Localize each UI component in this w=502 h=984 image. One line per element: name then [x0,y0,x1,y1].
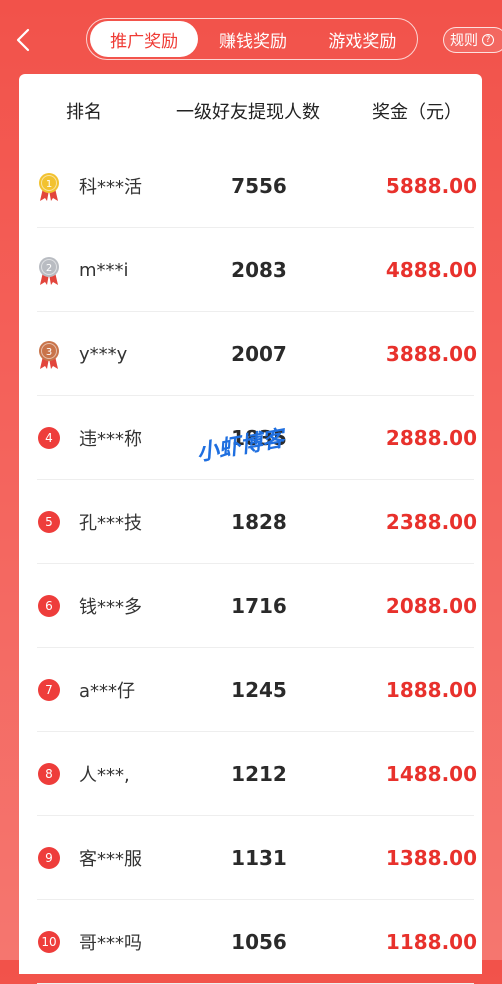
column-header-count: 一级好友提现人数 [176,102,320,123]
prize-amount: 2088.00 [385,594,477,618]
table-row: 9 客***服 1131 1388.00 [19,816,482,900]
rules-label: 规则 [450,33,478,49]
rank-badge: 6 [38,595,60,617]
gold-medal-icon: 1 [36,172,62,202]
rules-button[interactable]: 规则 ? [443,27,502,53]
rank-badge: 9 [38,847,60,869]
table-row: 2 m***i 2083 4888.00 [19,228,482,312]
tab-earning-reward[interactable]: 赚钱奖励 [198,19,307,59]
prize-amount: 1388.00 [385,846,477,870]
rank-badge: 10 [38,931,60,953]
prize-amount: 3888.00 [385,342,477,366]
chevron-left-icon [16,28,30,52]
user-name: 人***, [79,765,130,786]
rank-badge: 5 [38,511,60,533]
table-row: 10 哥***吗 1056 1188.00 [19,900,482,984]
rank-badge: 4 [38,427,60,449]
user-name: 孔***技 [79,513,142,534]
silver-medal-icon: 2 [36,256,62,286]
friend-withdraw-count: 2007 [231,342,287,366]
table-row: 1 科***活 7556 5888.00 [19,144,482,228]
prize-amount: 1488.00 [385,762,477,786]
table-row: 3 y***y 2007 3888.00 [19,312,482,396]
svg-text:3: 3 [46,347,52,358]
rank-badge: 7 [38,679,60,701]
user-name: 客***服 [79,849,142,870]
table-row: 8 人***, 1212 1488.00 [19,732,482,816]
table-row: 7 a***仔 1245 1888.00 [19,648,482,732]
friend-withdraw-count: 1212 [231,762,287,786]
tab-bar: 推广奖励 赚钱奖励 游戏奖励 [86,18,418,60]
friend-withdraw-count: 1245 [231,678,287,702]
svg-text:1: 1 [46,179,52,190]
user-name: 哥***吗 [79,933,142,954]
bronze-medal-icon: 3 [36,340,62,370]
tab-game-reward[interactable]: 游戏奖励 [308,19,417,59]
prize-amount: 2388.00 [385,510,477,534]
friend-withdraw-count: 7556 [231,174,287,198]
prize-amount: 1888.00 [385,678,477,702]
column-header-rank: 排名 [66,102,102,123]
friend-withdraw-count: 2083 [231,258,287,282]
table-row: 5 孔***技 1828 2388.00 [19,480,482,564]
user-name: y***y [79,343,128,365]
user-name: 违***称 [79,429,142,450]
prize-amount: 5888.00 [385,174,477,198]
friend-withdraw-count: 1056 [231,930,287,954]
user-name: a***仔 [79,681,136,702]
prize-amount: 1188.00 [385,930,477,954]
friend-withdraw-count: 1828 [231,510,287,534]
user-name: 科***活 [79,177,142,198]
question-icon: ? [482,34,494,46]
user-name: 钱***多 [79,597,142,618]
back-button[interactable] [10,24,36,56]
prize-amount: 4888.00 [385,258,477,282]
svg-text:2: 2 [46,263,52,274]
table-row: 6 钱***多 1716 2088.00 [19,564,482,648]
friend-withdraw-count: 1131 [231,846,287,870]
user-name: m***i [79,259,129,281]
tab-promotion-reward[interactable]: 推广奖励 [90,21,199,57]
rank-badge: 8 [38,763,60,785]
prize-amount: 2888.00 [385,426,477,450]
friend-withdraw-count: 1716 [231,594,287,618]
column-header-prize: 奖金（元） [372,102,462,123]
